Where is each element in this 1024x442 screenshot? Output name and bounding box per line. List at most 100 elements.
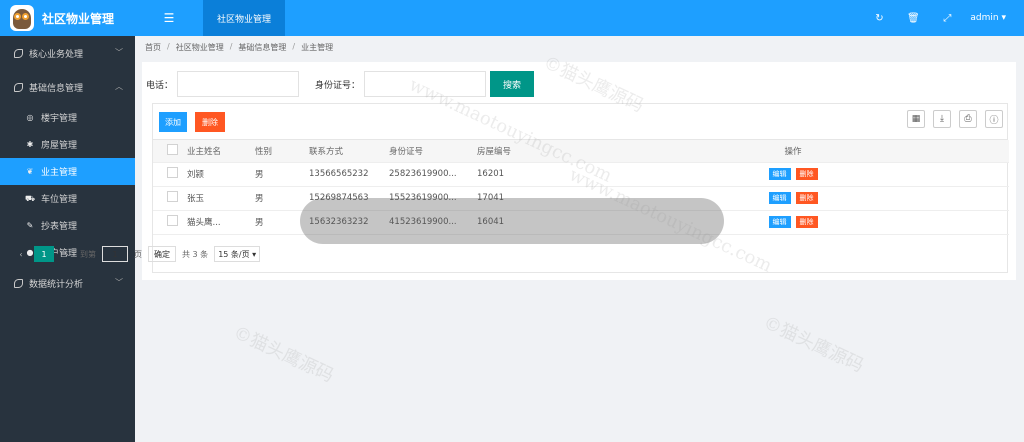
leaf-outline-icon xyxy=(14,82,23,92)
info-icon[interactable]: ⓘ xyxy=(985,110,1003,128)
chevron-down-icon: ﹀ xyxy=(115,278,123,287)
table-header-row: 业主姓名 性别 联系方式 身份证号 房屋编号 操作 xyxy=(153,140,1009,163)
page-size-select[interactable]: 15 条/页 ▾ xyxy=(214,246,261,262)
id-number-label: 身份证号： xyxy=(315,80,361,91)
sidebar-item-label: 车位管理 xyxy=(41,195,78,205)
sidebar-item-label: 业主管理 xyxy=(41,168,78,178)
cell-name: 猫头鹰... xyxy=(187,210,255,235)
sidebar-group-label: 数据统计分析 xyxy=(29,279,84,290)
cell-name: 刘颍 xyxy=(187,162,255,187)
sidebar-item-label: 抄表管理 xyxy=(41,222,78,232)
export-icon[interactable]: ⤓ xyxy=(933,110,951,128)
col-house-number[interactable]: 房屋编号 xyxy=(477,140,577,163)
sidebar-group-label: 基础信息管理 xyxy=(29,83,84,94)
loading-toast xyxy=(300,198,724,244)
edit-button[interactable]: 编辑 xyxy=(768,168,791,180)
print-icon[interactable]: ⎙ xyxy=(959,110,977,128)
cell-house: 16201 xyxy=(477,162,577,187)
row-delete-button[interactable]: 删除 xyxy=(795,192,818,204)
refresh-icon[interactable]: ↻ xyxy=(862,13,896,24)
row-delete-button[interactable]: 删除 xyxy=(795,168,818,180)
goto-page-input[interactable]: 1 xyxy=(102,246,128,262)
sidebar-group-core-business[interactable]: 核心业务处理 ﹀ xyxy=(0,36,135,70)
phone-input[interactable] xyxy=(177,71,300,97)
row-checkbox[interactable] xyxy=(167,191,178,202)
next-page-icon[interactable]: › xyxy=(60,250,74,259)
total-count: 共 3 条 xyxy=(182,249,209,259)
cell-phone: 13566565232 xyxy=(309,162,389,187)
app-logo: 社区物业管理 xyxy=(0,0,135,36)
id-number-input[interactable] xyxy=(364,71,487,97)
col-phone[interactable]: 联系方式 xyxy=(309,140,389,163)
tab-label: 社区物业管理 xyxy=(217,14,272,25)
breadcrumb-item[interactable]: 基础信息管理 xyxy=(238,42,286,56)
add-button[interactable]: 添加 xyxy=(159,112,187,132)
sidebar-item-buildings[interactable]: ◎ 楼宇管理 xyxy=(0,104,135,131)
edit-button[interactable]: 编辑 xyxy=(768,216,791,228)
breadcrumb-item[interactable]: 社区物业管理 xyxy=(176,42,224,56)
cell-name: 张玉 xyxy=(187,186,255,211)
sidebar-item-meter-reading[interactable]: ✎ 抄表管理 xyxy=(0,212,135,239)
user-menu[interactable]: admin ▾ xyxy=(964,13,1024,23)
edit-button[interactable]: 编辑 xyxy=(768,192,791,204)
car-icon: ⛟ xyxy=(24,193,36,203)
watermark: ©猫头鹰源码 xyxy=(229,322,337,387)
col-id-number[interactable]: 身份证号 xyxy=(389,140,477,163)
page-size-value: 15 条/页 xyxy=(218,249,250,259)
row-checkbox[interactable] xyxy=(167,215,178,226)
app-title: 社区物业管理 xyxy=(42,11,115,26)
col-actions: 操作 xyxy=(577,140,1009,163)
goto-label: 到第 xyxy=(80,249,96,259)
cell-gender: 男 xyxy=(255,162,309,187)
cell-gender: 男 xyxy=(255,186,309,211)
sidebar-group-basic-info[interactable]: 基础信息管理 ︿ xyxy=(0,70,135,104)
row-checkbox[interactable] xyxy=(167,167,178,178)
main-panel: 电话： 身份证号： 搜索 添加 删除 ▦ ⤓ ⎙ ⓘ 业主姓名 性别 联系方式 xyxy=(142,62,1016,280)
prev-page-icon[interactable]: ‹ xyxy=(14,250,28,259)
sidebar-item-label: 房屋管理 xyxy=(41,141,78,151)
goto-confirm-button[interactable]: 确定 xyxy=(148,246,176,262)
leaf-icon: ❦ xyxy=(26,167,34,176)
cell-id-number: 25823619900... xyxy=(389,162,477,187)
sidebar-item-parking[interactable]: ⛟ 车位管理 xyxy=(0,185,135,212)
delete-button[interactable]: 删除 xyxy=(195,112,225,132)
search-form: 电话： 身份证号： 搜索 xyxy=(146,71,535,97)
sidebar-group-label: 核心业务处理 xyxy=(29,49,84,60)
breadcrumb: 首页 / 社区物业管理 / 基础信息管理 / 业主管理 xyxy=(145,42,333,56)
owl-logo-icon xyxy=(10,5,34,31)
breadcrumb-home[interactable]: 首页 xyxy=(145,42,161,56)
edit-icon: ✎ xyxy=(26,221,34,230)
sidebar-item-owners[interactable]: ❦ 业主管理 xyxy=(0,158,135,185)
table-row: 刘颍 男 13566565232 25823619900... 16201 编辑… xyxy=(153,162,1009,187)
watermark: ©猫头鹰源码 xyxy=(759,312,867,377)
table-toolbar: 添加 删除 ▦ ⤓ ⎙ ⓘ xyxy=(153,104,1007,140)
leaf-outline-icon xyxy=(14,278,23,288)
chevron-up-icon: ︿ xyxy=(115,82,123,91)
pagination: ‹ 1 › 到第 1 页 确定 共 3 条 15 条/页 ▾ xyxy=(14,246,261,262)
leaf-outline-icon xyxy=(14,48,23,58)
phone-label: 电话： xyxy=(146,80,174,91)
breadcrumb-current: 业主管理 xyxy=(301,43,334,52)
select-all-checkbox[interactable] xyxy=(167,143,178,155)
col-owner-name[interactable]: 业主姓名 xyxy=(187,140,255,163)
row-delete-button[interactable]: 删除 xyxy=(795,216,818,228)
sidebar-group-statistics[interactable]: 数据统计分析 ﹀ xyxy=(0,266,135,300)
menu-toggle-button[interactable]: ☰ xyxy=(135,0,203,36)
fullscreen-icon[interactable]: ⤢ xyxy=(930,13,964,24)
col-gender[interactable]: 性别 xyxy=(255,140,309,163)
current-page[interactable]: 1 xyxy=(34,246,54,262)
sidebar: 核心业务处理 ﹀ 基础信息管理 ︿ ◎ 楼宇管理 ✱ 房屋管理 ❦ 业主管理 ⛟… xyxy=(0,36,135,442)
columns-filter-icon[interactable]: ▦ xyxy=(907,110,925,128)
trash-icon[interactable]: 🗑 xyxy=(896,13,930,24)
page-label: 页 xyxy=(134,249,142,259)
top-bar: 社区物业管理 ☰ 社区物业管理 ↻ 🗑 ⤢ admin ▾ xyxy=(0,0,1024,36)
sidebar-item-houses[interactable]: ✱ 房屋管理 xyxy=(0,131,135,158)
tab-community-property[interactable]: 社区物业管理 xyxy=(203,0,286,36)
search-button[interactable]: 搜索 xyxy=(490,71,535,97)
chevron-down-icon: ﹀ xyxy=(115,48,123,57)
list-icon: ☰ xyxy=(163,11,175,25)
gear-icon: ✱ xyxy=(26,140,34,149)
target-icon: ◎ xyxy=(26,113,34,122)
sidebar-item-label: 楼宇管理 xyxy=(41,114,78,124)
user-name: admin xyxy=(970,13,999,23)
